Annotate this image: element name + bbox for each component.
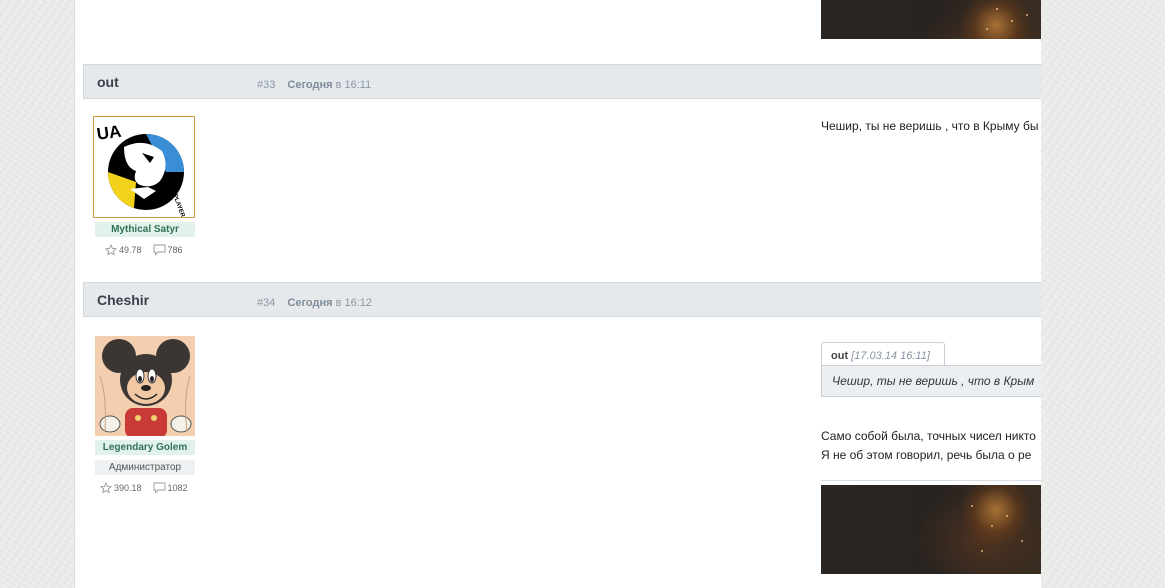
- forum-thread: out #33 Сегодня в 16:11 UA PLAYER Mythic…: [74, 0, 1041, 588]
- messages-stat: 786: [153, 244, 183, 256]
- user-rank: Mythical Satyr: [95, 222, 195, 237]
- post-meta: #34 Сегодня в 16:12: [257, 297, 372, 309]
- post-header: out #33 Сегодня в 16:11: [83, 64, 1041, 99]
- rating-value: 390.18: [114, 483, 142, 493]
- comment-icon: [153, 244, 165, 256]
- star-icon: [100, 482, 112, 494]
- post-text-line: Я не об этом говорил, речь была о ре: [821, 448, 1032, 462]
- avatar[interactable]: [95, 336, 195, 436]
- post-day: Сегодня: [287, 297, 333, 309]
- rating-stat: 390.18: [100, 482, 142, 494]
- post-header: Cheshir #34 Сегодня в 16:12: [83, 282, 1041, 317]
- user-stats: 390.18 1082: [100, 482, 199, 494]
- quote-author: out: [831, 350, 849, 362]
- messages-value: 786: [167, 245, 183, 255]
- rating-stat: 49.78: [105, 244, 142, 256]
- post-text: Чешир, ты не веришь , что в Крыму бы: [821, 119, 1039, 133]
- post-number-link[interactable]: #33: [257, 79, 275, 91]
- user-stats: 49.78 786: [105, 244, 194, 256]
- user-rank: Legendary Golem: [95, 440, 195, 455]
- star-icon: [105, 244, 117, 256]
- post-time: в 16:12: [335, 297, 373, 309]
- signature-divider: [821, 480, 1041, 481]
- ua-logo-text: UA: [96, 122, 123, 144]
- ua-player-logo-icon: UA PLAYER: [96, 122, 186, 219]
- post-number-link[interactable]: #34: [257, 297, 275, 309]
- embedded-image-top[interactable]: [821, 0, 1041, 39]
- quote-date: [17.03.14 16:11]: [851, 350, 930, 362]
- mickey-mouse-avatar-icon: [95, 336, 195, 436]
- comment-icon: [153, 482, 165, 494]
- quote-text: Чешир, ты не веришь , что в Крым: [821, 365, 1041, 397]
- post-time: в 16:11: [335, 79, 372, 91]
- messages-stat: 1082: [153, 482, 188, 494]
- post-author[interactable]: Cheshir: [97, 292, 149, 308]
- avatar[interactable]: UA PLAYER: [93, 116, 195, 219]
- user-role: Администратор: [95, 460, 195, 475]
- post-day: Сегодня: [287, 79, 333, 91]
- rating-value: 49.78: [119, 245, 142, 255]
- post-author[interactable]: out: [97, 74, 119, 90]
- messages-value: 1082: [167, 483, 188, 493]
- embedded-image-bottom[interactable]: [821, 485, 1041, 574]
- player-logo-text: PLAYER: [171, 194, 185, 217]
- quote-header[interactable]: out [17.03.14 16:11]: [821, 342, 945, 366]
- post-meta: #33 Сегодня в 16:11: [257, 79, 371, 91]
- post-text-line: Само собой была, точных чисел никто: [821, 429, 1036, 443]
